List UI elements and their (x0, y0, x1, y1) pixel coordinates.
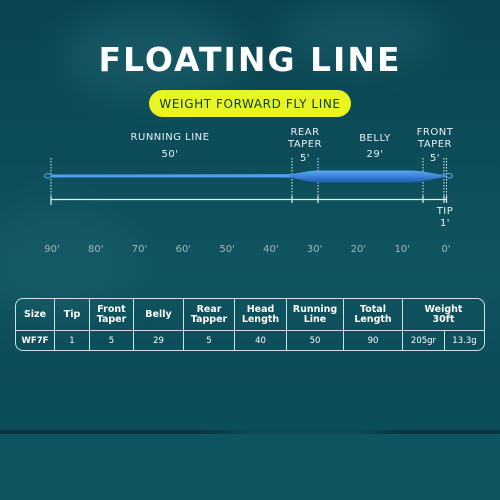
scale-tick-label: 40' (263, 244, 279, 255)
loop-rear-icon (44, 173, 52, 179)
scale-tick-label: 60' (175, 244, 192, 255)
scale-tick-label: 90' (44, 244, 60, 255)
header-running-line: Running Line (287, 299, 344, 331)
cell-running-line: 50 (287, 331, 344, 350)
cell-front-taper: 5 (90, 331, 134, 350)
scale-tick-label: 50' (219, 244, 235, 255)
cell-weight-grains: 205gr (403, 331, 445, 350)
header-front-taper: Front Taper (90, 299, 134, 331)
header-belly: Belly (134, 299, 184, 331)
cell-rear-tapper: 5 (184, 331, 235, 350)
cell-total-length: 90 (344, 331, 403, 350)
header-head-length: Head Length (235, 299, 287, 331)
header-total-length: Total Length (344, 299, 403, 331)
scale-tick-label: 30' (306, 244, 323, 255)
table-row: WF7F 1 5 29 5 40 50 90 205gr 13.3g (16, 331, 484, 350)
fly-line-diagram (44, 158, 453, 205)
spec-table: Size Tip Front Taper Belly Rear Tapper Hea… (15, 298, 485, 351)
header-tip: Tip (55, 299, 90, 331)
scale-tick-label: 20' (350, 244, 367, 255)
scale-tick-label: 10' (394, 244, 410, 255)
cell-tip: 1 (55, 331, 90, 350)
header-size: Size (16, 299, 55, 331)
scale-tick-label: 70' (131, 244, 148, 255)
table-header-row: Size Tip Front Taper Belly Rear Tapper Hea… (16, 299, 484, 331)
cell-belly: 29 (134, 331, 184, 350)
cell-head-length: 40 (235, 331, 287, 350)
scale-tick-label: 80' (88, 244, 104, 255)
loop-front-icon (445, 173, 453, 179)
header-weight-30ft: Weight 30ft (403, 299, 484, 331)
cell-size: WF7F (16, 331, 55, 350)
cell-weight-grams: 13.3g (452, 335, 477, 346)
scale-tick-label: 0' (441, 244, 451, 255)
header-rear-tapper: Rear Tapper (184, 299, 235, 331)
